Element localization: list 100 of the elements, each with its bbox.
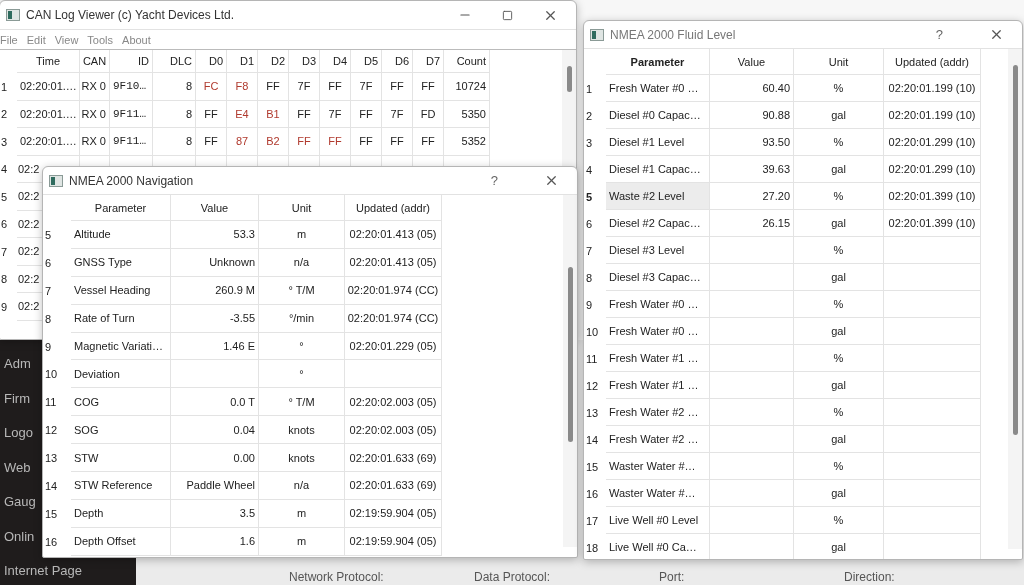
table-cell: 02:20:01.199 (10) xyxy=(884,75,981,102)
row-number: 7 xyxy=(585,243,594,259)
table-cell: m xyxy=(259,527,345,556)
table-cell[interactable]: Live Well #0 Ca… xyxy=(606,534,710,559)
row-number: 13 xyxy=(585,405,600,421)
column-header: Parameter xyxy=(606,49,710,75)
table-cell: FF xyxy=(382,73,413,101)
table-cell[interactable]: Fresh Water #0 … xyxy=(606,318,710,345)
row-number: 15 xyxy=(585,459,600,475)
table-cell: m xyxy=(259,499,345,528)
sidebar-item[interactable]: Adm xyxy=(0,354,31,374)
row-number: 2 xyxy=(585,108,594,124)
table-cell: ° T/M xyxy=(259,276,345,305)
table-cell[interactable]: Fresh Water #0 … xyxy=(606,75,710,102)
table-cell: FF xyxy=(196,128,227,156)
field-label: Data Protocol: xyxy=(474,571,552,584)
table-cell[interactable]: Waster Water #… xyxy=(606,480,710,507)
window-title: CAN Log Viewer (c) Yacht Devices Ltd. xyxy=(26,8,235,22)
table-cell[interactable]: Fresh Water #0 … xyxy=(606,291,710,318)
table-cell[interactable]: Diesel #3 Level xyxy=(606,237,710,264)
help-button[interactable]: ? xyxy=(935,27,943,42)
column-header: D5 xyxy=(351,50,382,73)
table-cell[interactable]: Live Well #0 Level xyxy=(606,507,710,534)
table-cell[interactable]: Diesel #2 Capac… xyxy=(606,210,710,237)
table-cell: gal xyxy=(794,372,884,399)
table-cell: 02:20:01.299 (10) xyxy=(884,156,981,183)
table-cell: RX 0 xyxy=(80,100,110,128)
table-cell: 9F11… xyxy=(110,100,153,128)
table-cell: 02:20:01.413 (05) xyxy=(345,221,442,249)
scrollbar[interactable] xyxy=(1008,49,1022,549)
table-cell: 02:20:01.633 (69) xyxy=(345,444,442,472)
table-cell: 260.9 M xyxy=(171,276,259,305)
table-cell: Depth Offset xyxy=(71,527,171,556)
close-icon[interactable] xyxy=(544,173,559,188)
menu-item[interactable]: File xyxy=(0,33,18,46)
column-header: Time xyxy=(17,50,80,73)
table-cell: FC xyxy=(196,73,227,101)
row-number: 16 xyxy=(585,486,600,502)
table-cell[interactable]: Diesel #0 Capac… xyxy=(606,102,710,129)
table-cell: 27.20 xyxy=(710,183,794,210)
table-cell: 7F xyxy=(382,100,413,128)
sidebar-item[interactable]: Firm xyxy=(0,388,30,409)
sidebar-item[interactable]: Logo xyxy=(0,423,33,443)
app-icon xyxy=(590,28,604,41)
help-button[interactable]: ? xyxy=(490,173,498,188)
table-cell: 02:20:01.… xyxy=(17,128,80,156)
table-cell: 02:20:01.229 (05) xyxy=(345,332,442,361)
table-cell: 5352 xyxy=(444,128,490,156)
menu-item[interactable]: Tools xyxy=(87,33,114,46)
table-cell[interactable]: Diesel #1 Level xyxy=(606,129,710,156)
menu-item[interactable]: View xyxy=(54,33,79,46)
table-cell[interactable]: Fresh Water #2 … xyxy=(606,399,710,426)
row-number: 3 xyxy=(0,134,9,150)
table-cell: % xyxy=(794,237,884,264)
row-number: 10 xyxy=(585,324,600,340)
row-number: 18 xyxy=(585,540,600,556)
table-cell[interactable]: Fresh Water #1 … xyxy=(606,345,710,372)
table-cell[interactable]: Waste #2 Level xyxy=(606,183,710,210)
table-cell: % xyxy=(794,183,884,210)
table-cell: % xyxy=(794,129,884,156)
sidebar-item[interactable]: Gaug xyxy=(0,492,36,512)
table-cell: 1.6 xyxy=(171,527,259,556)
table-cell: ° T/M xyxy=(259,388,345,417)
table-cell: FF xyxy=(320,128,351,156)
row-number: 1 xyxy=(0,79,9,95)
menu-item[interactable]: Edit xyxy=(26,33,46,46)
scrollbar[interactable] xyxy=(562,50,576,168)
column-header: Unit xyxy=(794,49,884,75)
row-number: 2 xyxy=(0,107,9,123)
table-cell: STW xyxy=(71,444,171,472)
sidebar-item[interactable]: Internet Page xyxy=(0,561,83,581)
table-cell: gal xyxy=(794,426,884,453)
table-cell: gal xyxy=(794,156,884,183)
sidebar-item[interactable]: Web xyxy=(0,457,31,478)
table-cell: 02:20:01.974 (CC) xyxy=(345,304,442,333)
scrollbar[interactable] xyxy=(563,195,577,547)
maximize-icon[interactable] xyxy=(502,9,513,21)
table-cell: % xyxy=(794,75,884,102)
menu-item[interactable]: About xyxy=(122,33,151,46)
table-cell: ° xyxy=(259,332,345,361)
column-header: D7 xyxy=(413,50,444,73)
table-cell: GNSS Type xyxy=(71,248,171,277)
table-cell: FF xyxy=(413,128,444,156)
row-number: 3 xyxy=(585,135,594,151)
row-number: 5 xyxy=(0,189,9,205)
row-number: 10 xyxy=(44,367,59,383)
table-cell[interactable]: Waster Water #… xyxy=(606,453,710,480)
row-number: 8 xyxy=(0,272,9,288)
table-cell[interactable]: Diesel #3 Capac… xyxy=(606,264,710,291)
table-cell: Altitude xyxy=(71,221,171,249)
table-cell: 02:20:02.003 (05) xyxy=(345,416,442,445)
close-icon[interactable] xyxy=(989,27,1004,42)
table-cell: 02:20:01.… xyxy=(17,73,80,101)
table-cell[interactable]: Fresh Water #2 … xyxy=(606,426,710,453)
table-cell: 02:20:01.399 (10) xyxy=(884,183,981,210)
row-number: 12 xyxy=(585,378,600,394)
table-cell[interactable]: Fresh Water #1 … xyxy=(606,372,710,399)
sidebar-item[interactable]: Onlin xyxy=(0,526,35,547)
table-cell: FF xyxy=(320,73,351,101)
table-cell: 3.5 xyxy=(171,499,259,528)
